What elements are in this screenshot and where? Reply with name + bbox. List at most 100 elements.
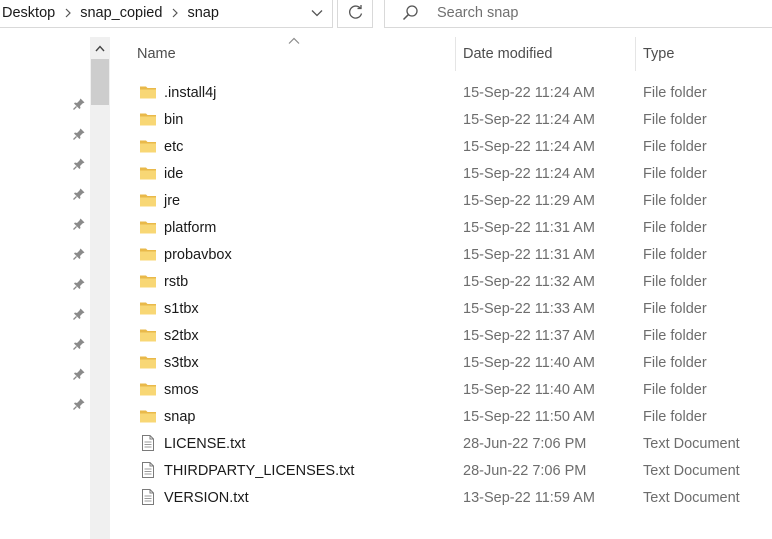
file-date: 15-Sep-22 11:40 AM: [463, 354, 595, 371]
table-row[interactable]: ide 15-Sep-22 11:24 AM File folder: [112, 160, 772, 187]
folder-icon: [139, 83, 157, 101]
chevron-right-icon[interactable]: [162, 8, 187, 18]
column-header-date[interactable]: Date modified: [463, 37, 633, 71]
file-date: 15-Sep-22 11:24 AM: [463, 165, 595, 182]
file-name: jre: [164, 192, 181, 209]
pin-icon[interactable]: [70, 335, 88, 353]
table-row[interactable]: VERSION.txt 13-Sep-22 11:59 AM Text Docume…: [112, 484, 772, 511]
nav-scrollbar[interactable]: [90, 37, 110, 539]
search-input[interactable]: [437, 4, 737, 21]
file-name: ide: [164, 165, 184, 182]
table-row[interactable]: s3tbx 15-Sep-22 11:40 AM File folder: [112, 349, 772, 376]
refresh-button[interactable]: [337, 0, 373, 28]
folder-icon: [139, 110, 157, 128]
pin-icon[interactable]: [70, 155, 88, 173]
file-type: File folder: [643, 327, 707, 344]
file-type: File folder: [643, 84, 707, 101]
search-icon: [395, 0, 425, 27]
pin-icon[interactable]: [70, 95, 88, 113]
folder-icon: [139, 407, 157, 425]
breadcrumb-snap[interactable]: snap: [187, 5, 218, 21]
breadcrumb-desktop[interactable]: Desktop: [2, 5, 55, 21]
file-name: LICENSE.txt: [164, 435, 246, 452]
chevron-right-icon[interactable]: [55, 8, 80, 18]
table-row[interactable]: bin 15-Sep-22 11:24 AM File folder: [112, 106, 772, 133]
file-type: Text Document: [643, 489, 740, 506]
file-date: 15-Sep-22 11:37 AM: [463, 327, 595, 344]
file-date: 15-Sep-22 11:31 AM: [463, 246, 595, 263]
table-row[interactable]: .install4j 15-Sep-22 11:24 AM File folder: [112, 79, 772, 106]
file-date: 15-Sep-22 11:50 AM: [463, 408, 595, 425]
table-row[interactable]: rstb 15-Sep-22 11:32 AM File folder: [112, 268, 772, 295]
file-date: 15-Sep-22 11:31 AM: [463, 219, 595, 236]
file-date: 15-Sep-22 11:24 AM: [463, 111, 595, 128]
file-type: File folder: [643, 111, 707, 128]
document-icon: [139, 461, 157, 479]
file-type: File folder: [643, 246, 707, 263]
scroll-up-icon[interactable]: [90, 39, 110, 57]
breadcrumb-snap-copied[interactable]: snap_copied: [80, 5, 162, 21]
file-date: 15-Sep-22 11:32 AM: [463, 273, 595, 290]
table-row[interactable]: snap 15-Sep-22 11:50 AM File folder: [112, 403, 772, 430]
file-type: File folder: [643, 273, 707, 290]
file-type: File folder: [643, 165, 707, 182]
table-row[interactable]: probavbox 15-Sep-22 11:31 AM File folder: [112, 241, 772, 268]
column-header-name[interactable]: Name: [137, 37, 455, 71]
file-name: s2tbx: [164, 327, 199, 344]
document-icon: [139, 488, 157, 506]
file-name: snap: [164, 408, 196, 425]
navigation-pane: [0, 37, 112, 539]
refresh-icon: [348, 5, 362, 19]
file-name: probavbox: [164, 246, 232, 263]
file-name: etc: [164, 138, 184, 155]
folder-icon: [139, 353, 157, 371]
file-type: File folder: [643, 138, 707, 155]
folder-icon: [139, 299, 157, 317]
file-name: THIRDPARTY_LICENSES.txt: [164, 462, 355, 479]
file-type: Text Document: [643, 462, 740, 479]
file-date: 15-Sep-22 11:29 AM: [463, 192, 595, 209]
file-list: Name Date modified Type .install4j 15-Sep…: [112, 37, 772, 539]
file-type: File folder: [643, 408, 707, 425]
table-row[interactable]: smos 15-Sep-22 11:40 AM File folder: [112, 376, 772, 403]
search-box[interactable]: [384, 0, 772, 28]
file-type: File folder: [643, 192, 707, 209]
scrollbar-thumb[interactable]: [91, 59, 109, 105]
table-row[interactable]: platform 15-Sep-22 11:31 AM File folder: [112, 214, 772, 241]
table-row[interactable]: etc 15-Sep-22 11:24 AM File folder: [112, 133, 772, 160]
folder-icon: [139, 380, 157, 398]
column-header-type[interactable]: Type: [643, 37, 772, 71]
column-headers: Name Date modified Type: [112, 37, 772, 71]
folder-icon: [139, 164, 157, 182]
pin-icon[interactable]: [70, 305, 88, 323]
file-name: VERSION.txt: [164, 489, 249, 506]
table-row[interactable]: LICENSE.txt 28-Jun-22 7:06 PM Text Documen…: [112, 430, 772, 457]
file-name: bin: [164, 111, 184, 128]
folder-icon: [139, 245, 157, 263]
file-name: s3tbx: [164, 354, 199, 371]
folder-icon: [139, 272, 157, 290]
file-name: .install4j: [164, 84, 217, 101]
pin-icon[interactable]: [70, 185, 88, 203]
table-row[interactable]: s2tbx 15-Sep-22 11:37 AM File folder: [112, 322, 772, 349]
file-type: File folder: [643, 219, 707, 236]
pin-icon[interactable]: [70, 365, 88, 383]
file-date: 15-Sep-22 11:24 AM: [463, 84, 595, 101]
column-divider[interactable]: [455, 37, 456, 71]
pin-icon[interactable]: [70, 275, 88, 293]
column-divider[interactable]: [635, 37, 636, 71]
file-type: File folder: [643, 381, 707, 398]
pin-icon[interactable]: [70, 215, 88, 233]
folder-icon: [139, 191, 157, 209]
file-name: platform: [164, 219, 217, 236]
chevron-down-icon[interactable]: [302, 0, 332, 27]
table-row[interactable]: s1tbx 15-Sep-22 11:33 AM File folder: [112, 295, 772, 322]
address-bar[interactable]: Desktop snap_copied snap: [0, 0, 333, 28]
table-row[interactable]: THIRDPARTY_LICENSES.txt 28-Jun-22 7:06 PM…: [112, 457, 772, 484]
table-row[interactable]: jre 15-Sep-22 11:29 AM File folder: [112, 187, 772, 214]
file-type: File folder: [643, 300, 707, 317]
pin-icon[interactable]: [70, 245, 88, 263]
file-type: File folder: [643, 354, 707, 371]
pin-icon[interactable]: [70, 395, 88, 413]
pin-icon[interactable]: [70, 125, 88, 143]
